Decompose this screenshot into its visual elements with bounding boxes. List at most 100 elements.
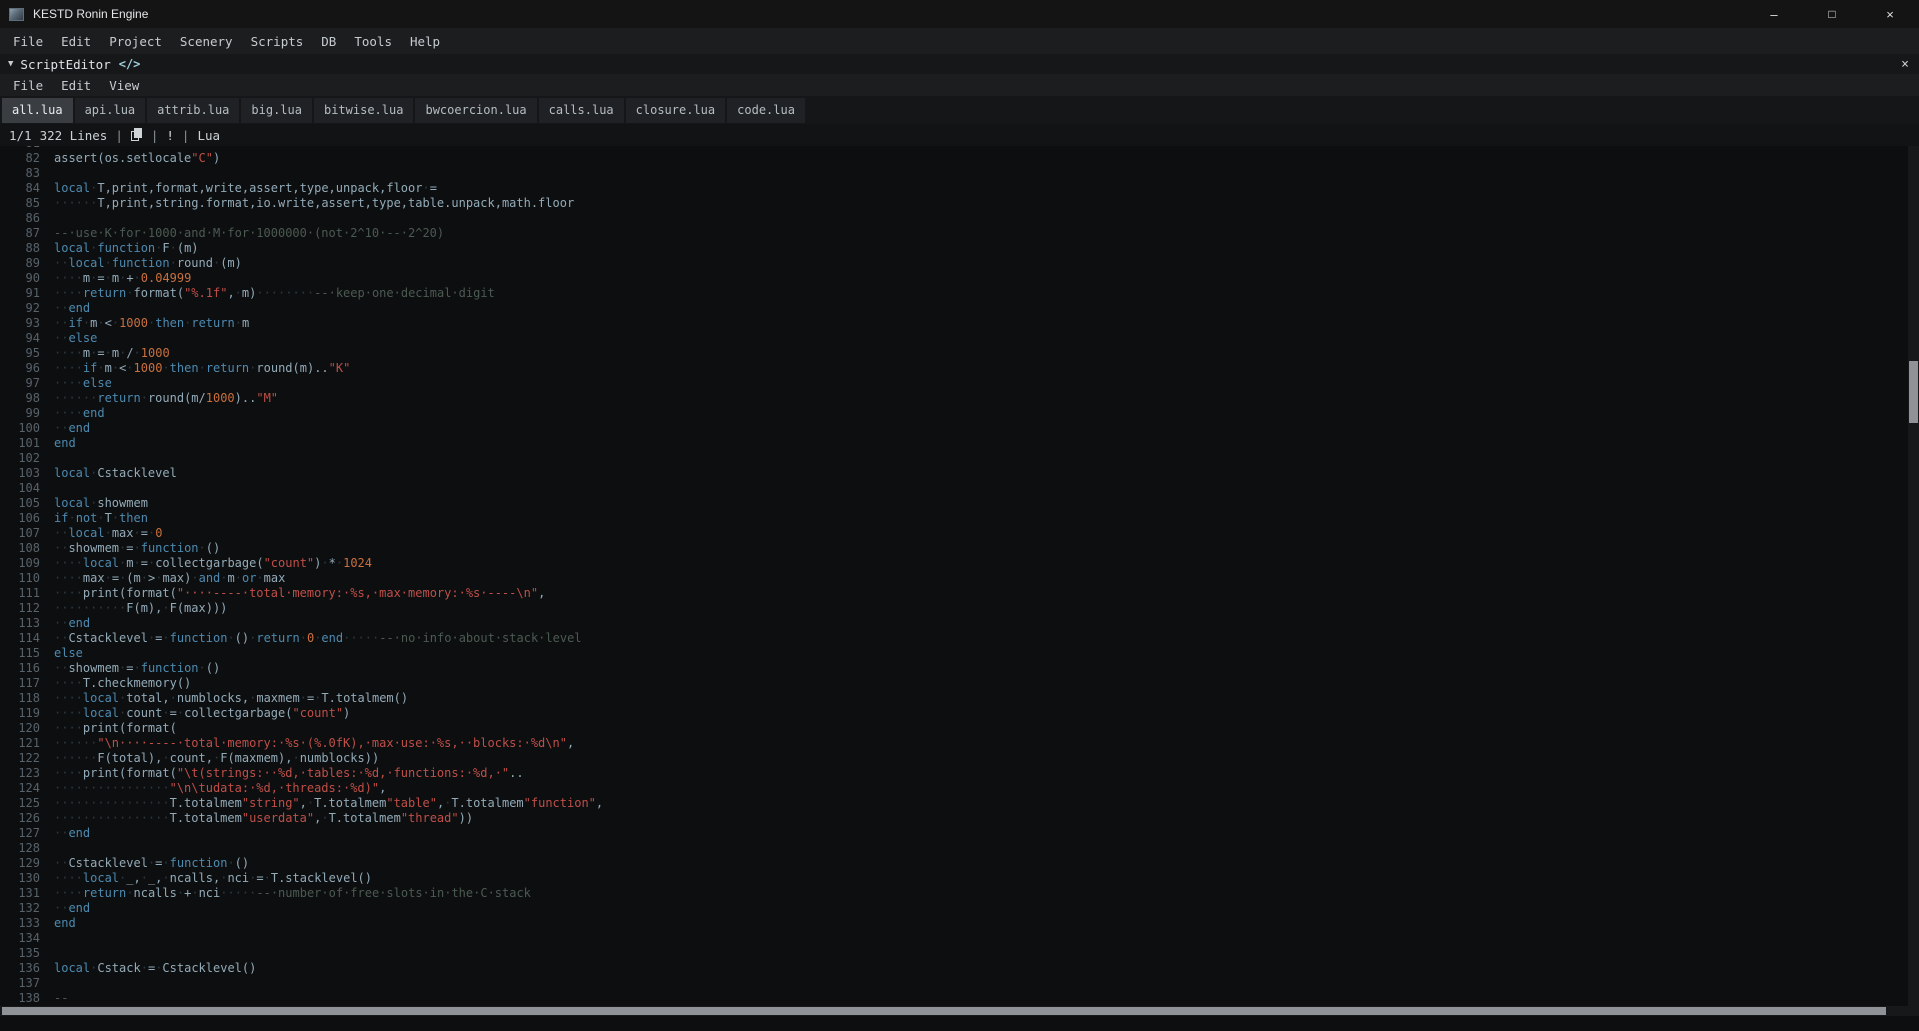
menu-item-file[interactable]: File <box>4 34 52 49</box>
code-line[interactable]: 118 ····local·total,·numblocks,·maxmem·=·… <box>0 691 1919 706</box>
code-line[interactable]: 136 local·Cstack·=·Cstacklevel() <box>0 961 1919 976</box>
menu-item-scenery[interactable]: Scenery <box>171 34 242 49</box>
code-line[interactable]: 137 <box>0 976 1919 991</box>
code-line[interactable]: 90 ····m·=·m·+·0.04999 <box>0 271 1919 286</box>
code-line[interactable]: 109 ····local·m·=·collectgarbage("count")… <box>0 556 1919 571</box>
editor-menu-item-view[interactable]: View <box>100 78 148 93</box>
tab-api.lua[interactable]: api.lua <box>74 98 146 123</box>
code-line[interactable]: 121 ······"\n····----·total·memory:·%s·(%… <box>0 736 1919 751</box>
copy-icon[interactable] <box>130 128 143 142</box>
code-line[interactable]: 102 <box>0 451 1919 466</box>
menu-item-db[interactable]: DB <box>312 34 345 49</box>
code-line[interactable]: 100 ··end <box>0 421 1919 436</box>
code-line[interactable]: 88 local·function·F·(m) <box>0 241 1919 256</box>
code-line[interactable]: 95 ····m·=·m·/·1000 <box>0 346 1919 361</box>
code-text: ····max·=·(m·>·max)·and·m·or·max <box>54 571 286 585</box>
tab-code.lua[interactable]: code.lua <box>727 98 805 123</box>
code-line[interactable]: 112 ··········F(m),·F(max))) <box>0 601 1919 616</box>
line-count: 322 Lines <box>39 127 108 143</box>
editor-menu-item-file[interactable]: File <box>4 78 52 93</box>
code-line[interactable]: 89 ··local·function·round·(m) <box>0 256 1919 271</box>
code-line[interactable]: 131 ····return·ncalls·+·nci·····--·number… <box>0 886 1919 901</box>
code-line[interactable]: 98 ······return·round(m/1000).."M" <box>0 391 1919 406</box>
code-line[interactable]: 106 if·not·T·then <box>0 511 1919 526</box>
tab-bitwise.lua[interactable]: bitwise.lua <box>313 98 414 123</box>
code-line[interactable]: 99 ····end <box>0 406 1919 421</box>
code-text: ················T.totalmem"string",·T.to… <box>54 796 604 810</box>
vertical-scrollbar[interactable] <box>1908 146 1919 1006</box>
close-button[interactable]: × <box>1861 0 1919 28</box>
code-line[interactable]: 97 ····else <box>0 376 1919 391</box>
tab-big.lua[interactable]: big.lua <box>241 98 312 123</box>
menu-item-edit[interactable]: Edit <box>52 34 100 49</box>
code-line[interactable]: 130 ····local·_,·_,·ncalls,·nci·=·T.stack… <box>0 871 1919 886</box>
code-line[interactable]: 129 ··Cstacklevel·=·function·() <box>0 856 1919 871</box>
line-number: 120 <box>18 721 40 735</box>
code-line[interactable]: 132 ··end <box>0 901 1919 916</box>
line-number: 125 <box>18 796 40 810</box>
tab-bwcoercion.lua[interactable]: bwcoercion.lua <box>415 98 537 123</box>
tab-closure.lua[interactable]: closure.lua <box>625 98 726 123</box>
code-line[interactable]: 87 --·use·K·for·1000·and·M·for·1000000·(n… <box>0 226 1919 241</box>
line-number: 95 <box>25 346 40 360</box>
code-line[interactable]: 114 ··Cstacklevel·=·function·()·return·0·… <box>0 631 1919 646</box>
code-line[interactable]: 123 ····print(format("\t(strings:··%d,·ta… <box>0 766 1919 781</box>
code-line[interactable]: 107 ··local·max·=·0 <box>0 526 1919 541</box>
code-line[interactable]: 133 end <box>0 916 1919 931</box>
code-line[interactable]: 111 ····print(format("····----·total·memo… <box>0 586 1919 601</box>
code-line[interactable]: 101 end <box>0 436 1919 451</box>
line-number: 102 <box>18 451 40 465</box>
code-line[interactable]: 126 ················T.totalmem"userdata",… <box>0 811 1919 826</box>
code-line[interactable]: 125 ················T.totalmem"string",·T… <box>0 796 1919 811</box>
code-line[interactable]: 83 <box>0 166 1919 181</box>
code-line[interactable]: 128 <box>0 841 1919 856</box>
code-line[interactable]: 86 <box>0 211 1919 226</box>
panel-close-icon[interactable]: × <box>1891 57 1919 72</box>
code-line[interactable]: 135 <box>0 946 1919 961</box>
code-line[interactable]: 94 ··else <box>0 331 1919 346</box>
code-line[interactable]: 110 ····max·=·(m·>·max)·and·m·or·max <box>0 571 1919 586</box>
tab-calls.lua[interactable]: calls.lua <box>538 98 624 123</box>
tab-all.lua[interactable]: all.lua <box>2 98 73 123</box>
maximize-button[interactable]: □ <box>1803 0 1861 28</box>
horizontal-scrollbar-thumb[interactable] <box>2 1007 1886 1015</box>
horizontal-scrollbar[interactable] <box>0 1006 1919 1016</box>
code-line[interactable]: 82 assert(os.setlocale"C") <box>0 151 1919 166</box>
menu-item-help[interactable]: Help <box>401 34 449 49</box>
minimize-button[interactable]: – <box>1745 0 1803 28</box>
code-line[interactable]: 113 ··end <box>0 616 1919 631</box>
code-line[interactable]: 103 local·Cstacklevel <box>0 466 1919 481</box>
line-number: 93 <box>25 316 40 330</box>
tab-attrib.lua[interactable]: attrib.lua <box>147 98 240 123</box>
code-line[interactable]: 104 <box>0 481 1919 496</box>
code-line[interactable]: 120 ····print(format( <box>0 721 1919 736</box>
collapse-arrow-icon[interactable]: ▼ <box>0 59 20 69</box>
code-line[interactable]: 117 ····T.checkmemory() <box>0 676 1919 691</box>
code-line[interactable]: 127 ··end <box>0 826 1919 841</box>
code-line[interactable]: 84 local·T,print,format,write,assert,type… <box>0 181 1919 196</box>
code-line[interactable]: 108 ··showmem·=·function·() <box>0 541 1919 556</box>
code-text: ····end <box>54 406 105 420</box>
menu-item-scripts[interactable]: Scripts <box>242 34 313 49</box>
code-text: --·use·K·for·1000·and·M·for·1000000·(not… <box>54 226 445 240</box>
menu-item-project[interactable]: Project <box>100 34 171 49</box>
code-line[interactable]: 85 ······T,print,string.format,io.write,a… <box>0 196 1919 211</box>
code-line[interactable]: 92 ··end <box>0 301 1919 316</box>
code-line[interactable]: 105 local·showmem <box>0 496 1919 511</box>
line-number: 128 <box>18 841 40 855</box>
code-line[interactable]: 116 ··showmem·=·function·() <box>0 661 1919 676</box>
code-line[interactable]: 134 <box>0 931 1919 946</box>
code-editor[interactable]: 8182assert(os.setlocale"C")8384local·T,p… <box>0 146 1919 1006</box>
code-line[interactable]: 93 ··if·m·<·1000·then·return·m <box>0 316 1919 331</box>
menu-item-tools[interactable]: Tools <box>345 34 401 49</box>
code-line[interactable]: 124 ················"\n\tudata:·%d,·threa… <box>0 781 1919 796</box>
code-line[interactable]: 138 -- <box>0 991 1919 1006</box>
code-line[interactable]: 115 else <box>0 646 1919 661</box>
code-line[interactable]: 119 ····local·count·=·collectgarbage("cou… <box>0 706 1919 721</box>
code-text: ····print(format("\t(strings:··%d,·table… <box>54 766 524 780</box>
vertical-scrollbar-thumb[interactable] <box>1909 361 1918 423</box>
code-line[interactable]: 91 ····return·format("%.1f",·m)········--… <box>0 286 1919 301</box>
code-line[interactable]: 96 ····if·m·<·1000·then·return·round(m)..… <box>0 361 1919 376</box>
editor-menu-item-edit[interactable]: Edit <box>52 78 100 93</box>
code-line[interactable]: 122 ······F(total),·count,·F(maxmem),·num… <box>0 751 1919 766</box>
